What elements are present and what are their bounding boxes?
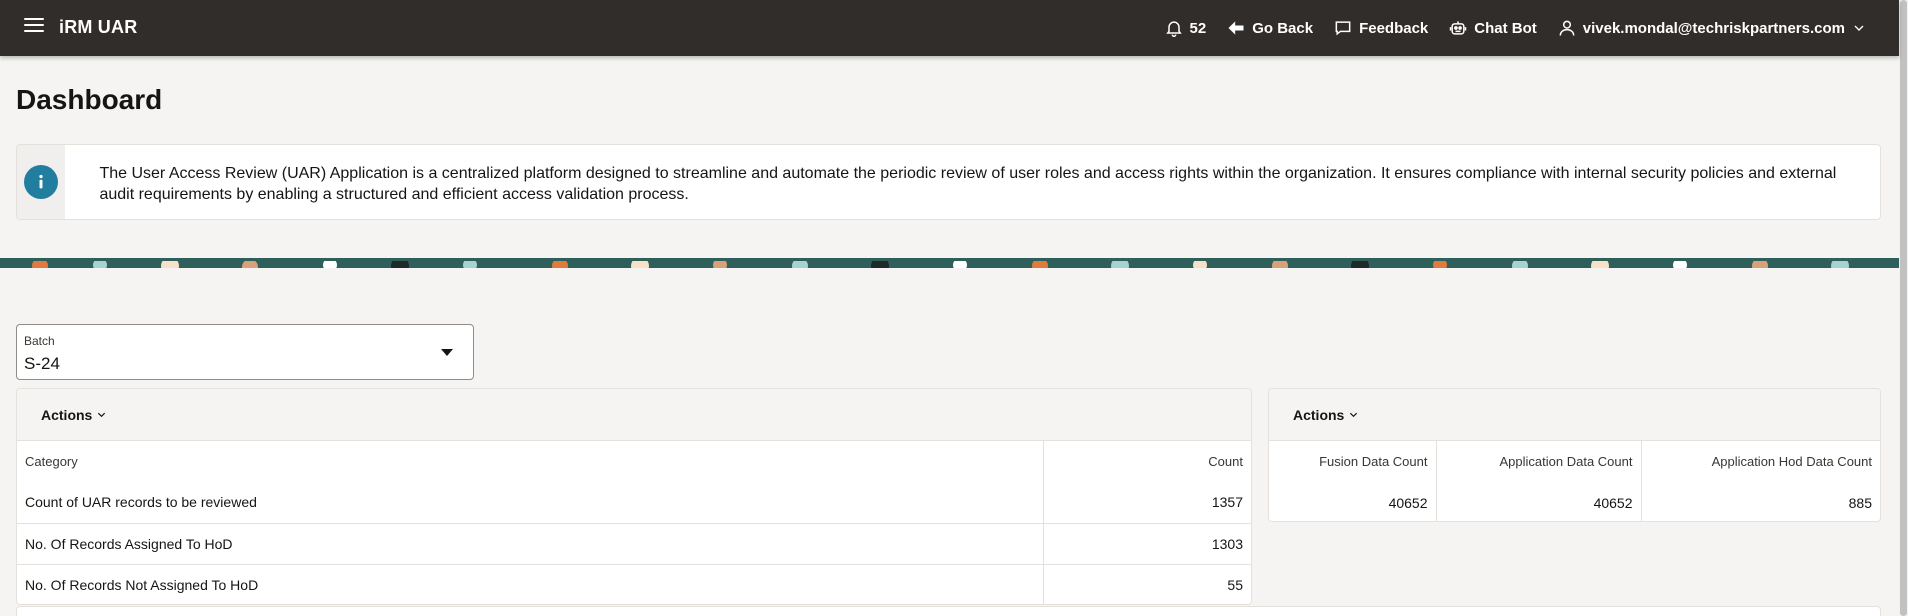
table-row[interactable]: 40652 40652 885 bbox=[1269, 482, 1880, 521]
chatbot-label: Chat Bot bbox=[1474, 19, 1537, 37]
counts-panel: Actions Fusion Data Count Application Da… bbox=[1268, 388, 1881, 522]
page-title: Dashboard bbox=[16, 84, 163, 115]
go-back-button[interactable]: Go Back bbox=[1226, 18, 1313, 38]
info-icon bbox=[24, 165, 59, 199]
chevron-down-icon bbox=[1854, 25, 1864, 31]
summary-table: Category Count Count of UAR records to b… bbox=[17, 441, 1251, 604]
category-cell: No. Of Records Assigned To HoD bbox=[17, 522, 1044, 564]
feedback-label: Feedback bbox=[1359, 19, 1429, 37]
chatbot-button[interactable]: Chat Bot bbox=[1448, 18, 1537, 38]
fusion-data-count-cell: 40652 bbox=[1269, 482, 1437, 521]
column-header-application-data-count[interactable]: Application Data Count bbox=[1436, 441, 1642, 482]
user-icon bbox=[1559, 20, 1575, 36]
chat-bubble-icon bbox=[1335, 21, 1351, 36]
user-email: vivek.mondal@techriskpartners.com bbox=[1582, 19, 1845, 37]
actions-label: Actions bbox=[1293, 406, 1345, 423]
counts-table: Fusion Data Count Application Data Count… bbox=[1269, 441, 1880, 521]
application-data-count-cell: 40652 bbox=[1436, 482, 1642, 521]
info-banner: The User Access Review (UAR) Application… bbox=[16, 144, 1881, 220]
header-actions: 52 Go Back Feedback Chat Bot vivek.monda… bbox=[1164, 0, 1867, 56]
notification-count: 52 bbox=[1189, 19, 1207, 37]
notifications-button[interactable]: 52 bbox=[1164, 18, 1207, 38]
chevron-down-icon bbox=[98, 412, 106, 418]
top-bar: iRM UAR 52 Go Back Feedback Chat Bot viv… bbox=[0, 0, 1899, 56]
category-cell: Count of UAR records to be reviewed bbox=[17, 482, 1044, 523]
category-cell: No. Of Records Not Assigned To HoD bbox=[17, 563, 1044, 604]
count-cell: 1357 bbox=[1211, 494, 1243, 511]
table-row[interactable]: Count of UAR records to be reviewed 1357 bbox=[17, 482, 1251, 523]
app-title: iRM UAR bbox=[59, 17, 138, 37]
batch-value: S-24 bbox=[24, 354, 60, 373]
decorative-banner bbox=[0, 258, 1899, 268]
feedback-button[interactable]: Feedback bbox=[1333, 18, 1428, 38]
scrollbar-thumb[interactable] bbox=[1900, 0, 1907, 616]
column-header-fusion-data-count[interactable]: Fusion Data Count bbox=[1269, 441, 1437, 482]
table-row[interactable]: No. Of Records Assigned To HoD 1303 bbox=[17, 522, 1251, 564]
summary-panel: Actions Category Count Count of UAR reco… bbox=[16, 388, 1252, 605]
summary-panel-toolbar: Actions bbox=[17, 389, 1251, 441]
counts-actions-menu[interactable]: Actions bbox=[1293, 407, 1358, 423]
bell-icon bbox=[1165, 21, 1182, 38]
dropdown-arrow-icon bbox=[441, 349, 453, 356]
batch-select[interactable]: Batch S-24 bbox=[16, 324, 474, 380]
column-header-count[interactable]: Count bbox=[1043, 441, 1251, 482]
actions-label: Actions bbox=[41, 406, 93, 423]
arrow-left-icon bbox=[1228, 21, 1244, 35]
robot-icon bbox=[1450, 21, 1467, 35]
table-row[interactable]: No. Of Records Not Assigned To HoD 55 bbox=[17, 563, 1251, 604]
counts-panel-toolbar: Actions bbox=[1269, 389, 1880, 441]
chevron-down-icon bbox=[1350, 412, 1358, 418]
count-cell: 1303 bbox=[1043, 522, 1251, 564]
column-header-category[interactable]: Category bbox=[17, 441, 1044, 482]
application-hod-data-count-cell: 885 bbox=[1848, 494, 1872, 511]
batch-label: Batch bbox=[24, 334, 55, 348]
user-menu[interactable]: vivek.mondal@techriskpartners.com bbox=[1557, 18, 1867, 38]
summary-actions-menu[interactable]: Actions bbox=[41, 407, 106, 423]
info-text: The User Access Review (UAR) Application… bbox=[99, 165, 1837, 203]
info-icon-column bbox=[17, 145, 66, 219]
page-scrollbar[interactable] bbox=[1899, 0, 1908, 616]
count-cell: 55 bbox=[1043, 563, 1251, 604]
menu-icon[interactable] bbox=[24, 18, 44, 38]
next-panel bbox=[16, 606, 1881, 616]
column-header-application-hod-data-count[interactable]: Application Hod Data Count bbox=[1641, 441, 1880, 482]
go-back-label: Go Back bbox=[1252, 19, 1314, 37]
